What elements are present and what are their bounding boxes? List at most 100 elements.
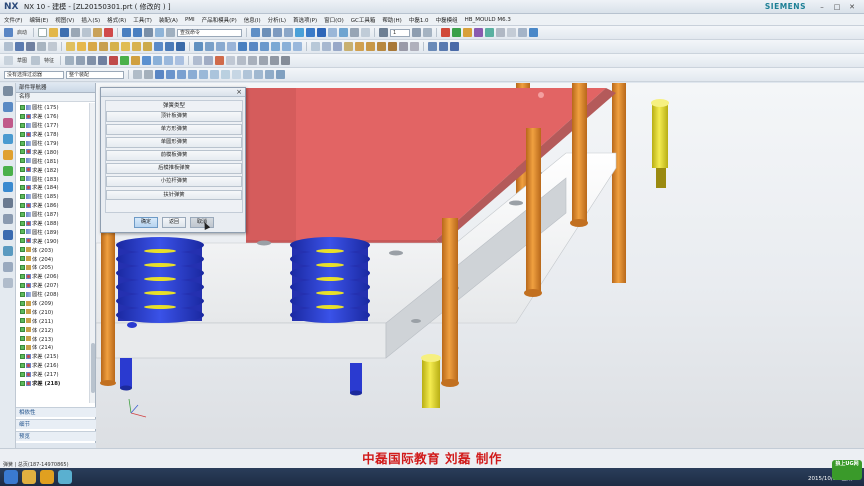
menu-item[interactable]: 编辑(E) <box>29 16 48 24</box>
text-icon[interactable] <box>26 42 35 51</box>
offset-curve-icon[interactable] <box>87 56 97 65</box>
sketch-label[interactable]: 草图 <box>17 57 27 64</box>
line-icon[interactable] <box>15 42 24 51</box>
ejector-pin[interactable] <box>524 128 542 297</box>
menu-item[interactable]: 首选项(P) <box>293 16 317 24</box>
menu-item[interactable]: 分析(L) <box>268 16 286 24</box>
edge-icon[interactable] <box>350 28 360 37</box>
resize-icon[interactable] <box>399 42 408 51</box>
curve-length-icon[interactable] <box>175 56 185 65</box>
maximize-button[interactable]: □ <box>833 3 841 11</box>
start-label[interactable]: 启动 <box>17 29 27 36</box>
sketch-icon[interactable] <box>4 42 13 51</box>
system-material-icon[interactable] <box>2 214 13 224</box>
visibility-checkbox[interactable] <box>20 140 25 146</box>
revolve-icon[interactable] <box>77 42 86 51</box>
spring-option-button[interactable]: 顶针板弹簧 <box>106 111 242 122</box>
web-browser-icon[interactable] <box>2 182 13 192</box>
layer-icon[interactable] <box>379 28 389 37</box>
shell-icon[interactable] <box>227 42 236 51</box>
tree-node[interactable]: 求差 (215) <box>16 352 88 361</box>
datum-csys-icon[interactable] <box>215 56 225 65</box>
dependencies-panel[interactable]: 相依性 <box>16 407 96 417</box>
control-point-icon[interactable] <box>188 70 197 79</box>
section-icon[interactable] <box>339 28 349 37</box>
ejector-pin[interactable] <box>612 83 626 283</box>
delete-face-icon[interactable] <box>388 42 397 51</box>
open-icon[interactable] <box>49 28 59 37</box>
spring-option-button[interactable]: 后模推板弹簧 <box>106 163 242 174</box>
sync-model-icon[interactable] <box>355 42 364 51</box>
copy-icon[interactable] <box>82 28 92 37</box>
trim-body-icon[interactable] <box>238 42 247 51</box>
tree-node[interactable]: 求差 (188) <box>16 219 88 228</box>
visibility-checkbox[interactable] <box>20 309 25 315</box>
visibility-checkbox[interactable] <box>20 344 25 350</box>
roles-icon[interactable] <box>2 246 13 256</box>
end-point-icon[interactable] <box>166 70 175 79</box>
tree-node[interactable]: 圆柱 (177) <box>16 121 88 130</box>
rotate-icon[interactable] <box>273 28 283 37</box>
gear-icon[interactable] <box>2 86 13 96</box>
spring-left[interactable] <box>116 237 204 323</box>
feature-label[interactable]: 特征 <box>44 57 54 64</box>
analysis-icon[interactable] <box>463 28 473 37</box>
tree-node[interactable]: 圆柱 (183) <box>16 174 88 183</box>
file-explorer-icon[interactable] <box>22 470 36 484</box>
close-icon[interactable]: × <box>236 88 242 97</box>
visibility-checkbox[interactable] <box>20 238 25 244</box>
mold-wizard-icon[interactable] <box>474 28 484 37</box>
pattern-icon[interactable] <box>271 42 280 51</box>
intersect-curve-icon[interactable] <box>109 56 119 65</box>
visibility-checkbox[interactable] <box>20 131 25 137</box>
menu-item[interactable]: 窗口(O) <box>324 16 344 24</box>
snap-point-icon[interactable] <box>155 70 164 79</box>
navigator-scrollbar[interactable] <box>89 103 95 403</box>
render-style-icon[interactable] <box>306 28 316 37</box>
wcs-dynamic-icon[interactable] <box>281 56 291 65</box>
visibility-checkbox[interactable] <box>20 362 25 368</box>
details-panel[interactable]: 细节 <box>16 419 96 429</box>
visibility-checkbox[interactable] <box>20 282 25 288</box>
intersection-point-icon[interactable] <box>199 70 208 79</box>
surface-icon[interactable] <box>311 42 320 51</box>
tree-node[interactable]: 体 (214) <box>16 343 88 352</box>
wireframe-icon[interactable] <box>328 28 338 37</box>
visibility-checkbox[interactable] <box>20 229 25 235</box>
touch-mode-icon[interactable] <box>155 28 165 37</box>
ejector-pin[interactable] <box>570 83 588 227</box>
delete-icon[interactable] <box>104 28 114 37</box>
divide-curve-icon[interactable] <box>153 56 163 65</box>
part-navigator-icon[interactable] <box>2 134 13 144</box>
tree-node[interactable]: 体 (209) <box>16 299 88 308</box>
datum-axis-icon[interactable] <box>204 56 214 65</box>
menu-item[interactable]: 格式(R) <box>107 16 126 24</box>
repeat-icon[interactable] <box>144 28 154 37</box>
visibility-checkbox[interactable] <box>20 193 25 199</box>
arc-icon[interactable] <box>48 42 57 51</box>
assembly-navigator-icon[interactable] <box>2 102 13 112</box>
tree-node[interactable]: 求差 (207) <box>16 281 88 290</box>
visibility-checkbox[interactable] <box>20 149 25 155</box>
scrollbar-thumb[interactable] <box>91 343 95 393</box>
menu-item[interactable]: PMI <box>185 17 195 23</box>
orient-icon[interactable] <box>295 28 305 37</box>
tree-node[interactable]: 体 (205) <box>16 263 88 272</box>
select-all-icon[interactable] <box>133 70 142 79</box>
subtract-icon[interactable] <box>165 42 174 51</box>
app-taskbar-icon[interactable] <box>58 470 72 484</box>
visibility-checkbox[interactable] <box>20 264 25 270</box>
menu-item[interactable]: GC工具箱 <box>351 16 376 24</box>
shaded-icon[interactable] <box>317 28 327 37</box>
tree-node[interactable]: 求差 (206) <box>16 272 88 281</box>
reuse-library-icon[interactable] <box>2 150 13 160</box>
menu-item[interactable]: 中磊1.0 <box>409 16 429 24</box>
split-body-icon[interactable] <box>249 42 258 51</box>
menu-item[interactable]: 产品和模具(P) <box>202 16 237 24</box>
menu-item[interactable]: 信息(I) <box>244 16 261 24</box>
tree-node[interactable]: 求差 (178) <box>16 130 88 139</box>
tree-node[interactable]: 求差 (217) <box>16 370 88 379</box>
feature-curve-icon[interactable] <box>31 56 41 65</box>
point-icon[interactable] <box>37 42 46 51</box>
window-icon[interactable] <box>166 28 176 37</box>
